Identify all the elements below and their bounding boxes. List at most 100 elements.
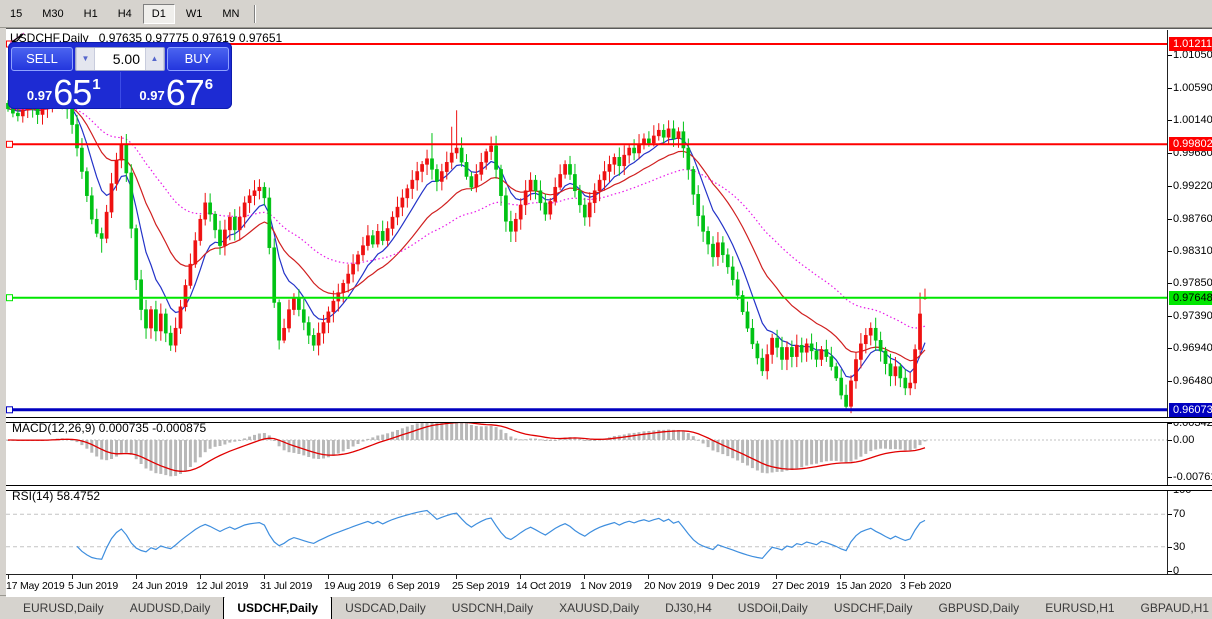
price-tick-label: 0.97390 — [1173, 310, 1212, 322]
macd-main-value: 0.000735 — [98, 421, 149, 435]
volume-increase-button[interactable]: ▲ — [145, 47, 164, 70]
price-tick-mark — [1168, 120, 1172, 121]
tab-xauusd-daily[interactable]: XAUUSD,Daily — [546, 596, 652, 619]
price-tick-mark — [1168, 251, 1172, 252]
buy-price-big: 67 — [165, 72, 205, 113]
date-tick-label: 3 Feb 2020 — [900, 580, 952, 592]
macd-signal-value: -0.000875 — [152, 421, 207, 435]
rsi-indicator-canvas — [6, 509, 1167, 560]
buy-price-prefix: 0.97 — [139, 88, 165, 103]
tab-eurusd-daily[interactable]: EURUSD,Daily — [10, 596, 117, 619]
level-handle-support[interactable] — [6, 406, 13, 414]
price-tick-mark — [1168, 55, 1172, 56]
level-handle-resistance[interactable] — [6, 140, 13, 148]
date-tick-mark — [264, 575, 265, 579]
support-price-tag: 0.96073 — [1169, 403, 1212, 417]
date-tick-mark — [584, 575, 585, 579]
rsi-tick-mark — [1168, 571, 1172, 572]
rsi-tick-label: 70 — [1173, 508, 1186, 520]
buy-price-button[interactable]: 0.97 67 6 — [121, 72, 233, 113]
one-click-trading-panel: SELL ▼ 5.00 ▲ BUY 0.97 65 1 0.97 67 6 — [8, 42, 233, 113]
buy-button[interactable]: BUY — [167, 46, 229, 71]
toolbar-separator — [254, 4, 257, 23]
date-tick-label: 12 Jul 2019 — [196, 580, 249, 592]
price-tick-mark — [1168, 153, 1172, 154]
price-tick-mark — [1168, 219, 1172, 220]
macd-tick-mark — [1168, 477, 1172, 478]
date-tick-label: 5 Jun 2019 — [68, 580, 118, 592]
sell-price-button[interactable]: 0.97 65 1 — [8, 72, 121, 111]
date-tick-mark — [520, 575, 521, 579]
price-tick-mark — [1168, 283, 1172, 284]
price-tick-label: 0.98310 — [1173, 245, 1212, 257]
price-scale[interactable]: 1.01050 1.00590 1.00140 0.99680 0.99220 0.987… — [1167, 30, 1212, 577]
date-tick-label: 15 Jan 2020 — [836, 580, 892, 592]
macd-name: MACD(12,26,9) — [12, 421, 96, 435]
tab-audusd-daily[interactable]: AUDUSD,Daily — [117, 596, 224, 619]
volume-decrease-button[interactable]: ▼ — [76, 47, 95, 70]
date-tick-label: 19 Aug 2019 — [324, 580, 381, 592]
date-tick-mark — [776, 575, 777, 579]
date-tick-mark — [712, 575, 713, 579]
date-tick-label: 25 Sep 2019 — [452, 580, 510, 592]
date-tick-label: 17 May 2019 — [6, 580, 65, 592]
rsi-value: 58.4752 — [56, 489, 101, 503]
tab-usdchf-daily[interactable]: USDCHF,Daily — [821, 596, 926, 619]
tab-gbpaud-h1[interactable]: GBPAUD,H1 — [1128, 596, 1212, 619]
candles — [6, 84, 927, 414]
tab-usdcad-daily[interactable]: USDCAD,Daily — [332, 596, 439, 619]
timeframe-button-h1[interactable]: H1 — [75, 4, 107, 24]
date-tick-label: 31 Jul 2019 — [260, 580, 313, 592]
date-tick-label: 24 Jun 2019 — [132, 580, 188, 592]
current-price-tag: 0.97648 — [1169, 291, 1212, 305]
rsi-name: RSI(14) — [12, 489, 54, 503]
macd-tick-mark — [1168, 440, 1172, 441]
timeframe-toolbar: 15 M30 H1 H4 D1 W1 MN — [0, 0, 1212, 28]
price-tick-mark — [1168, 316, 1172, 317]
price-tick-label: 0.96940 — [1173, 342, 1212, 354]
tab-usdchf-daily[interactable]: USDCHF,Daily — [223, 596, 333, 619]
date-tick-mark — [456, 575, 457, 579]
rsi-tick-mark — [1168, 547, 1172, 548]
volume-field[interactable]: 5.00 — [95, 48, 145, 70]
rsi-tick-label: 30 — [1173, 541, 1186, 553]
tab-dj30-h4[interactable]: DJ30,H4 — [652, 596, 725, 619]
price-tick-mark — [1168, 88, 1172, 89]
timeframe-button-m30[interactable]: M30 — [33, 4, 72, 24]
timeframe-button-mn[interactable]: MN — [213, 4, 248, 24]
price-tick-label: 0.96480 — [1173, 375, 1212, 387]
buy-price-pip: 6 — [204, 76, 214, 93]
macd-label: MACD(12,26,9) 0.000735 -0.000875 — [12, 421, 206, 435]
date-tick-mark — [904, 575, 905, 579]
date-tick-mark — [200, 575, 201, 579]
price-tick-label: 1.00140 — [1173, 114, 1212, 126]
price-tick-label: 0.99220 — [1173, 180, 1212, 192]
macd-tick-mark — [1168, 423, 1172, 424]
price-tick-mark — [1168, 381, 1172, 382]
tab-gbpusd-daily[interactable]: GBPUSD,Daily — [926, 596, 1033, 619]
rsi-label: RSI(14) 58.4752 — [12, 489, 100, 503]
date-tick-label: 20 Nov 2019 — [644, 580, 702, 592]
sell-price-pip: 1 — [92, 76, 101, 93]
tab-usdoil-daily[interactable]: USDOil,Daily — [725, 596, 821, 619]
time-axis[interactable]: 17 May 2019 5 Jun 2019 24 Jun 2019 12 Jul 2… — [6, 574, 1212, 597]
date-tick-mark — [136, 575, 137, 579]
sell-button[interactable]: SELL — [11, 46, 73, 71]
tab-eurusd-h1[interactable]: EURUSD,H1 — [1032, 596, 1127, 619]
date-tick-label: 9 Dec 2019 — [708, 580, 760, 592]
price-tick-label: 0.97850 — [1173, 277, 1212, 289]
timeframe-button-w1[interactable]: W1 — [177, 4, 212, 24]
timeframe-button-d1[interactable]: D1 — [142, 3, 175, 24]
timeframe-button-15[interactable]: 15 — [1, 4, 31, 24]
date-tick-label: 14 Oct 2019 — [516, 580, 572, 592]
date-tick-mark — [648, 575, 649, 579]
timeframe-button-h4[interactable]: H4 — [109, 4, 141, 24]
date-tick-label: 1 Nov 2019 — [580, 580, 632, 592]
rsi-tick-mark — [1168, 514, 1172, 515]
panel-splitter-rsi[interactable] — [6, 485, 1212, 491]
date-tick-mark — [8, 575, 9, 579]
date-tick-mark — [840, 575, 841, 579]
tab-usdcnh-daily[interactable]: USDCNH,Daily — [439, 596, 546, 619]
level-handle-current-price[interactable] — [6, 294, 13, 302]
sell-price-prefix: 0.97 — [26, 88, 53, 103]
